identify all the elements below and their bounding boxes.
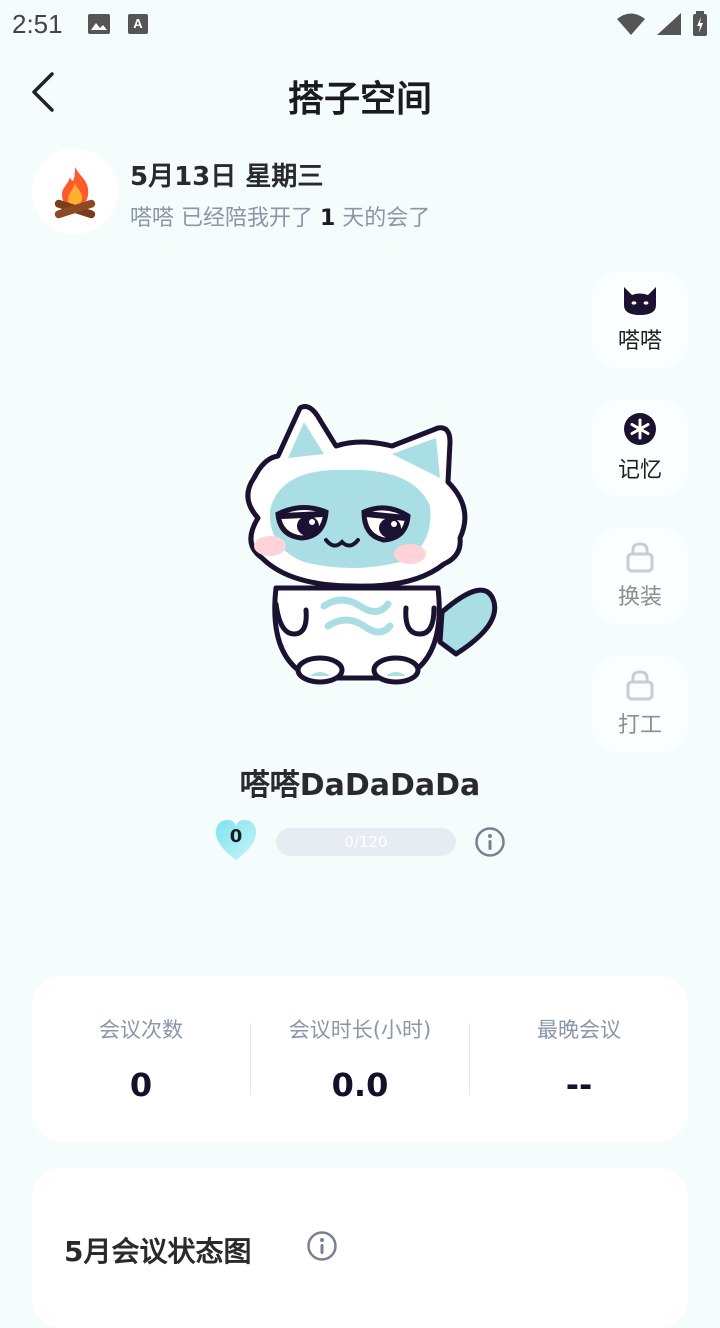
side-menu-work[interactable]: 打工	[592, 656, 688, 752]
side-menu-label: 打工	[617, 713, 662, 738]
info-icon[interactable]	[306, 1230, 338, 1262]
side-menu-label: 嗒嗒	[617, 329, 662, 354]
page-title: 搭子空间	[287, 79, 432, 120]
month-status-card: 5月会议状态图	[32, 1168, 688, 1328]
font-icon: A	[127, 14, 148, 34]
level-progress-bar: 0/120	[276, 828, 456, 856]
cat-head-icon	[624, 287, 656, 315]
side-menu-label: 记忆	[617, 458, 662, 483]
companion-suffix: 天的会了	[335, 206, 431, 231]
companion-days: 1	[320, 206, 336, 231]
stat-label: 最晚会议	[537, 1018, 621, 1042]
wifi-icon	[617, 13, 645, 35]
status-bar: 2:51 A	[0, 0, 720, 48]
stat-value: --	[565, 1066, 593, 1104]
svg-text:A: A	[133, 16, 143, 31]
side-menu-label: 换装	[617, 585, 662, 610]
lock-icon	[626, 670, 654, 701]
info-icon[interactable]	[474, 826, 506, 858]
companion-prefix: 嗒嗒 已经陪我开了	[130, 206, 320, 231]
side-menu-dada[interactable]: 嗒嗒	[592, 272, 688, 368]
status-time: 2:51	[12, 8, 63, 39]
info-row: 5月13日 星期三 嗒嗒 已经陪我开了 1 天的会了	[32, 148, 688, 238]
stat-value: 0	[129, 1066, 153, 1104]
companion-text: 嗒嗒 已经陪我开了 1 天的会了	[130, 200, 430, 232]
campfire-avatar	[32, 148, 118, 234]
level-row: 0 0/120	[212, 816, 512, 868]
stat-value: 0.0	[331, 1066, 389, 1104]
cat-mascot[interactable]	[224, 398, 514, 698]
signal-icon	[657, 13, 681, 35]
side-menu-outfit[interactable]: 换装	[592, 528, 688, 624]
stat-label: 会议次数	[99, 1018, 183, 1042]
stat-meeting-count: 会议次数 0	[32, 1014, 250, 1104]
side-menu-memory[interactable]: 记忆	[592, 400, 688, 496]
stat-meeting-duration: 会议时长(小时) 0.0	[251, 1014, 469, 1104]
date-text: 5月13日 星期三	[130, 162, 324, 192]
meeting-stats-card: 会议次数 0 会议时长(小时) 0.0 最晚会议 --	[32, 976, 688, 1142]
battery-icon	[693, 11, 707, 36]
pet-name: 嗒嗒DaDaDaDa	[239, 768, 481, 803]
level-number: 0	[229, 826, 243, 847]
lock-icon	[626, 542, 654, 573]
campfire-icon	[54, 167, 96, 219]
image-icon	[87, 14, 110, 34]
top-bar: 搭子空间	[0, 56, 720, 128]
asterisk-icon	[624, 413, 656, 445]
level-progress-text: 0/120	[344, 833, 388, 851]
stat-latest-meeting: 最晚会议 --	[470, 1014, 688, 1104]
month-chart-title: 5月会议状态图	[64, 1235, 252, 1268]
stat-label: 会议时长(小时)	[288, 1018, 432, 1042]
